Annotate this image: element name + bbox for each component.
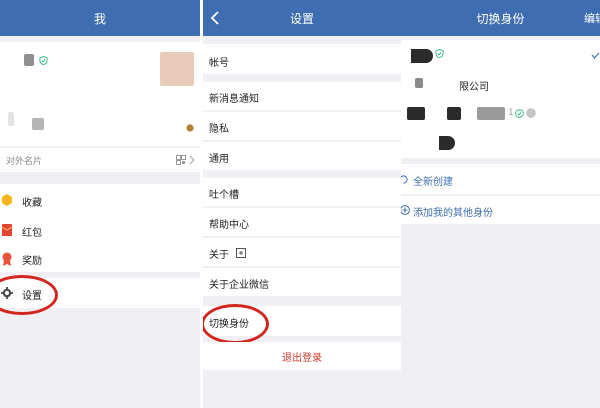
avatar-blur	[439, 136, 455, 150]
member-count: 1	[508, 108, 514, 118]
profile-card[interactable]	[0, 42, 200, 146]
settings-item-label: 关于企业微信	[209, 280, 269, 291]
settings-item-about[interactable]: 关于	[203, 238, 401, 266]
menu-label: 奖励	[22, 256, 42, 267]
gear-icon	[1, 287, 13, 299]
qrcode-icon	[176, 155, 186, 165]
settings-header: 设置	[203, 0, 401, 36]
settings-panel: 设置 帐号 新消息通知 隐私 通用 吐个槽 帮助中心 关于 关于企业微信 切换身…	[203, 0, 401, 408]
settings-item-label: 切换身份	[209, 319, 249, 330]
settings-item-feedback[interactable]: 吐个槽	[203, 178, 401, 206]
add-identity-button[interactable]: 添加我的其他身份	[401, 196, 600, 224]
settings-title: 设置	[289, 11, 314, 26]
company-blur	[415, 78, 423, 88]
menu-label: 红包	[22, 228, 42, 239]
current-identity-card[interactable]: 限公司 1	[401, 40, 600, 158]
add-identity-label: 添加我的其他身份	[413, 208, 493, 219]
chevron-right-icon	[189, 155, 195, 165]
settings-item-label: 关于	[209, 250, 229, 261]
info-icon	[526, 108, 536, 118]
info-blur	[32, 118, 44, 130]
add-circle-icon	[401, 205, 410, 215]
info-blur	[477, 107, 505, 120]
menu-favorites[interactable]: 收藏	[0, 186, 200, 214]
checkmark-icon	[591, 52, 600, 59]
settings-item-label: 吐个槽	[209, 190, 239, 201]
me-title: 我	[93, 11, 106, 26]
switch-title: 切换身份	[476, 11, 525, 26]
new-window-icon	[236, 248, 246, 258]
avatar[interactable]	[160, 52, 194, 86]
logout-button[interactable]: 退出登录	[203, 342, 401, 370]
verified-icon	[515, 109, 524, 118]
switch-identity-panel: 切换身份 编辑 限公司 1 全新创建	[401, 0, 600, 408]
create-icon	[401, 175, 408, 184]
settings-item-privacy[interactable]: 隐私	[203, 112, 401, 140]
name-blur	[24, 54, 34, 66]
settings-item-label: 隐私	[209, 124, 229, 135]
red-envelope-icon	[2, 224, 12, 236]
info-blur	[407, 107, 425, 120]
name-blur	[411, 49, 433, 63]
settings-item-label: 通用	[209, 154, 229, 165]
cube-icon	[2, 194, 12, 206]
settings-item-label: 帮助中心	[209, 220, 249, 231]
settings-item-label: 新消息通知	[209, 94, 259, 105]
badge-icon	[186, 124, 194, 132]
create-new-label: 全新创建	[413, 177, 453, 188]
menu-red-envelope[interactable]: 红包	[0, 216, 200, 244]
create-new-button[interactable]: 全新创建	[401, 164, 600, 194]
settings-item-general[interactable]: 通用	[203, 142, 401, 170]
info-blur	[8, 112, 14, 126]
switch-header: 切换身份 编辑	[401, 0, 600, 36]
settings-item-help[interactable]: 帮助中心	[203, 208, 401, 236]
settings-item-account[interactable]: 帐号	[203, 44, 401, 74]
me-panel: 我 对外名片 收藏 红包 奖励 设置	[0, 0, 200, 408]
settings-item-notifications[interactable]: 新消息通知	[203, 82, 401, 110]
edit-button[interactable]: 编辑	[584, 10, 600, 26]
back-arrow-icon[interactable]	[207, 7, 227, 29]
menu-settings[interactable]: 设置	[0, 278, 200, 308]
me-header: 我	[0, 0, 200, 36]
info-blur	[447, 107, 461, 120]
settings-item-about-wecom[interactable]: 关于企业微信	[203, 268, 401, 296]
logout-label: 退出登录	[282, 352, 322, 364]
menu-label: 收藏	[22, 198, 42, 209]
medal-icon	[2, 252, 12, 266]
verified-icon	[435, 49, 444, 58]
business-card-row[interactable]: 对外名片	[0, 148, 200, 172]
menu-label: 设置	[22, 291, 42, 302]
settings-item-label: 帐号	[209, 58, 229, 69]
company-name: 限公司	[459, 82, 489, 93]
business-card-label: 对外名片	[6, 157, 43, 167]
settings-item-switch-identity[interactable]: 切换身份	[203, 306, 401, 336]
menu-rewards[interactable]: 奖励	[0, 246, 200, 272]
verified-icon	[39, 56, 48, 65]
